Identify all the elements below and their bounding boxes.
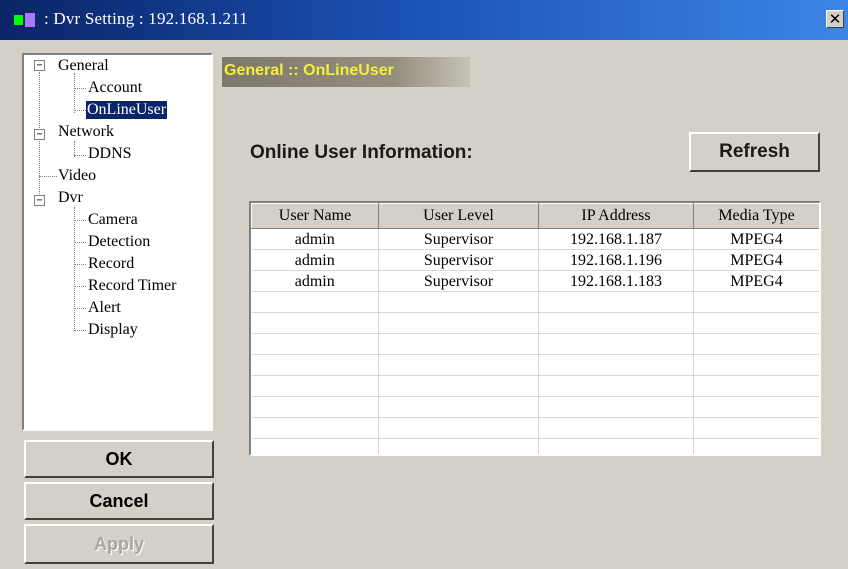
empty-row (251, 396, 819, 418)
cell-user-level: Supervisor (378, 270, 539, 292)
ok-button[interactable]: OK (24, 440, 214, 478)
table-header-row: User Name User Level IP Address Media Ty… (251, 203, 819, 229)
empty-row (251, 417, 819, 439)
column-header-media-type[interactable]: Media Type (693, 203, 819, 229)
cell-media-type: MPEG4 (693, 249, 819, 271)
tree-item-record-timer[interactable]: Record Timer (88, 277, 176, 295)
app-icon (14, 13, 36, 27)
cancel-button[interactable]: Cancel (24, 482, 214, 520)
tree-item-dvr[interactable]: Dvr (58, 189, 83, 207)
table-row[interactable]: admin Supervisor 192.168.1.196 MPEG4 (251, 249, 819, 271)
column-header-user-level[interactable]: User Level (378, 203, 539, 229)
section-header: General :: OnLineUser (222, 57, 470, 87)
window-title: : Dvr Setting : 192.168.1.211 (44, 9, 248, 28)
settings-tree[interactable]: − − − General Account OnLineUser Network… (22, 53, 213, 431)
tree-item-ddns[interactable]: DDNS (88, 145, 132, 163)
collapse-network-icon[interactable]: − (34, 129, 45, 140)
cell-media-type: MPEG4 (693, 270, 819, 292)
table-row[interactable]: admin Supervisor 192.168.1.183 MPEG4 (251, 270, 819, 292)
close-icon[interactable]: ✕ (826, 10, 844, 28)
tree-item-alert[interactable]: Alert (88, 299, 121, 317)
empty-row (251, 291, 819, 313)
tree-item-general[interactable]: General (58, 57, 109, 75)
tree-item-network[interactable]: Network (58, 123, 114, 141)
tree-item-onlineuser[interactable]: OnLineUser (86, 101, 168, 119)
empty-row (251, 438, 819, 454)
tree-item-display[interactable]: Display (88, 321, 138, 339)
cell-media-type: MPEG4 (693, 228, 819, 250)
tree-item-detection[interactable]: Detection (88, 233, 150, 251)
cell-user-name: admin (251, 270, 379, 292)
online-user-info-label: Online User Information: (250, 142, 473, 163)
online-user-table[interactable]: User Name User Level IP Address Media Ty… (249, 201, 821, 456)
empty-row (251, 333, 819, 355)
cell-user-name: admin (251, 228, 379, 250)
tree-item-record[interactable]: Record (88, 255, 134, 273)
refresh-button[interactable]: Refresh (689, 132, 820, 172)
tree-item-video[interactable]: Video (58, 167, 96, 185)
table-row[interactable]: admin Supervisor 192.168.1.187 MPEG4 (251, 228, 819, 250)
cell-ip-address: 192.168.1.196 (538, 249, 694, 271)
section-title: General :: OnLineUser (224, 62, 394, 79)
cell-ip-address: 192.168.1.183 (538, 270, 694, 292)
empty-row (251, 312, 819, 334)
tree-item-account[interactable]: Account (88, 79, 142, 97)
title-bar: : Dvr Setting : 192.168.1.211 ✕ (0, 0, 848, 40)
collapse-dvr-icon[interactable]: − (34, 195, 45, 206)
cell-user-name: admin (251, 249, 379, 271)
empty-row (251, 354, 819, 376)
cell-user-level: Supervisor (378, 249, 539, 271)
apply-button[interactable]: Apply (24, 524, 214, 564)
column-header-user-name[interactable]: User Name (251, 203, 379, 229)
tree-item-camera[interactable]: Camera (88, 211, 138, 229)
collapse-general-icon[interactable]: − (34, 60, 45, 71)
column-header-ip-address[interactable]: IP Address (538, 203, 694, 229)
cell-ip-address: 192.168.1.187 (538, 228, 694, 250)
empty-row (251, 375, 819, 397)
cell-user-level: Supervisor (378, 228, 539, 250)
